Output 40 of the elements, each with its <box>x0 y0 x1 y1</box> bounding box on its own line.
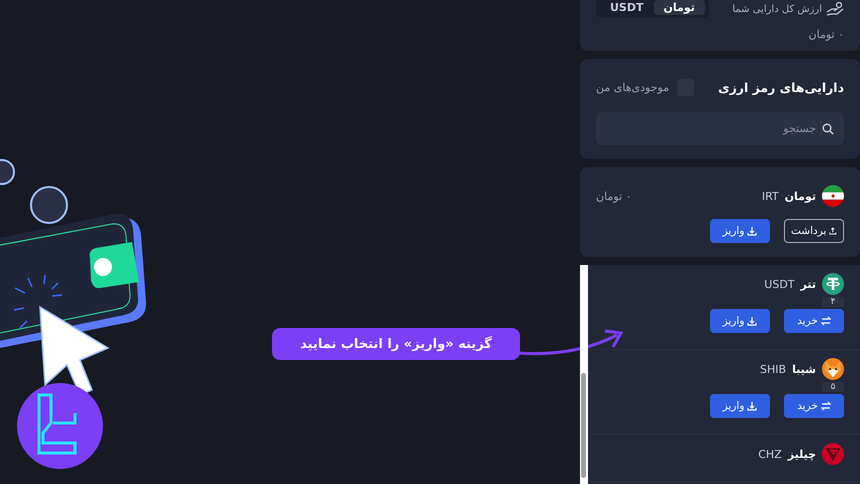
chiliz-logo-icon <box>822 443 844 465</box>
asset-name: چیلیز <box>788 448 816 460</box>
search-field[interactable]: جستجو <box>606 112 816 145</box>
logo-icon <box>17 383 103 469</box>
exchange-icon <box>820 316 831 326</box>
action-button[interactable]: خرید <box>784 309 844 333</box>
scrollbar[interactable] <box>580 265 588 484</box>
asset-name: تتر <box>800 278 816 290</box>
upload-icon <box>829 226 837 236</box>
callout-label: گزینه «واریز» را انتخاب نمایید <box>272 328 520 360</box>
search-icon <box>822 122 834 134</box>
action-button[interactable]: واریز <box>710 309 770 333</box>
checkbox-label: موجودی‌های من <box>596 81 670 94</box>
asset-balance: ۰ تومان <box>596 190 632 202</box>
currency-tab[interactable]: USDT <box>600 0 654 15</box>
flag-icon <box>822 185 844 207</box>
action-button[interactable]: واریز <box>710 394 770 418</box>
download-icon <box>747 316 758 326</box>
asset-symbol: SHIB <box>760 362 786 376</box>
action-button[interactable]: خرید <box>784 394 844 418</box>
download-icon <box>747 401 758 411</box>
asset-name: تومان <box>784 190 816 202</box>
section-title: دارایی‌های رمز ارزی <box>718 80 844 95</box>
balance-label: ارزش کل دارایی شما <box>732 4 822 14</box>
balance-amount: ۰ تومان <box>808 28 844 41</box>
asset-symbol: IRT <box>762 190 779 202</box>
balance-badge: ۵ <box>822 382 844 392</box>
tether-logo-icon <box>822 273 844 295</box>
outline-button[interactable]: برداشت <box>784 219 844 243</box>
action-button[interactable]: واریز <box>710 219 770 243</box>
currency-tab[interactable]: تومان <box>654 0 705 15</box>
dog-face-icon <box>822 358 844 380</box>
asset-symbol: USDT <box>764 278 795 290</box>
download-icon <box>747 226 758 236</box>
search-box[interactable]: جستجو <box>596 112 844 145</box>
asset-symbol: CHZ <box>758 448 782 460</box>
hand-coin-icon <box>826 2 844 16</box>
exchange-icon <box>820 401 831 411</box>
asset-name: شیبا <box>792 362 816 376</box>
balance-badge: ۴ <box>822 297 844 307</box>
